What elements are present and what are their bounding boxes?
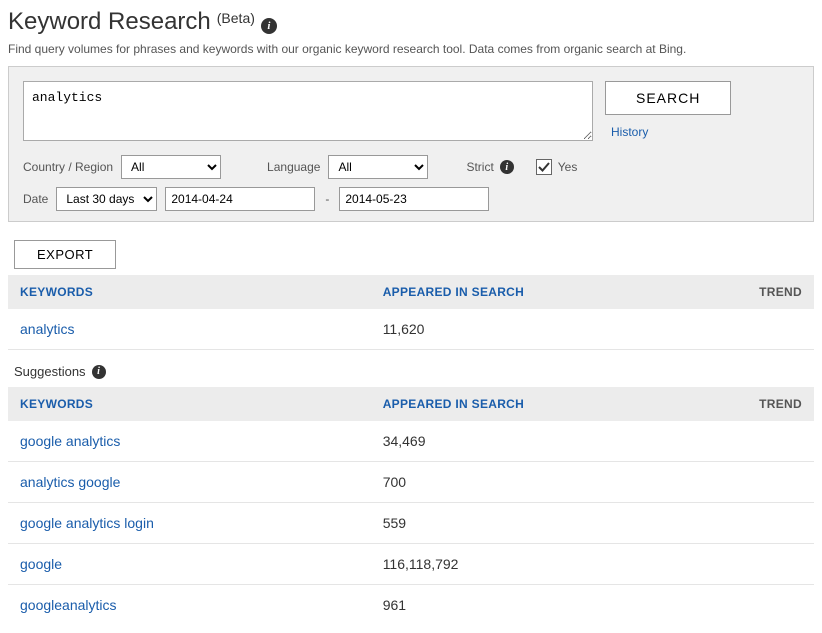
date-from-input[interactable] (165, 187, 315, 211)
language-label: Language (267, 160, 320, 174)
col-appeared[interactable]: APPEARED IN SEARCH (371, 387, 734, 421)
appeared-value: 700 (371, 462, 734, 503)
table-row: analytics 11,620 (8, 309, 814, 350)
table-row: analytics google 700 (8, 462, 814, 503)
search-input[interactable] (23, 81, 593, 141)
search-panel: SEARCH History Country / Region All Lang… (8, 66, 814, 222)
page-description: Find query volumes for phrases and keywo… (8, 42, 814, 56)
country-select[interactable]: All (121, 155, 221, 179)
export-button[interactable]: EXPORT (14, 240, 116, 269)
title-text: Keyword Research (8, 8, 211, 36)
table-row: google 116,118,792 (8, 544, 814, 585)
keyword-link[interactable]: google analytics login (20, 515, 154, 531)
table-row: google analytics 34,469 (8, 421, 814, 462)
col-trend[interactable]: TREND (733, 275, 814, 309)
info-icon[interactable]: i (92, 365, 106, 379)
keyword-link[interactable]: google analytics (20, 433, 120, 449)
keyword-link[interactable]: analytics google (20, 474, 120, 490)
col-appeared[interactable]: APPEARED IN SEARCH (371, 275, 734, 309)
appeared-value: 116,118,792 (371, 544, 734, 585)
language-select[interactable]: All (328, 155, 428, 179)
date-to-input[interactable] (339, 187, 489, 211)
table-row: google analytics login 559 (8, 503, 814, 544)
col-keywords[interactable]: KEYWORDS (8, 275, 371, 309)
date-label: Date (23, 192, 48, 206)
suggestions-heading: Suggestions i (8, 350, 814, 387)
strict-yes-label: Yes (558, 160, 578, 174)
beta-badge: (Beta) (217, 10, 255, 26)
date-dash: - (325, 192, 329, 206)
strict-label: Strict (466, 160, 493, 174)
strict-checkbox[interactable] (536, 159, 552, 175)
appeared-value: 559 (371, 503, 734, 544)
history-link[interactable]: History (611, 125, 731, 139)
info-icon[interactable]: i (261, 18, 277, 34)
country-label: Country / Region (23, 160, 113, 174)
appeared-value: 11,620 (371, 309, 734, 350)
col-trend[interactable]: TREND (733, 387, 814, 421)
suggestions-table: KEYWORDS APPEARED IN SEARCH TREND google… (8, 387, 814, 625)
page-title: Keyword Research (Beta) i (8, 8, 814, 36)
keyword-link[interactable]: analytics (20, 321, 74, 337)
keyword-link[interactable]: googleanalytics (20, 597, 117, 613)
info-icon[interactable]: i (500, 160, 514, 174)
col-keywords[interactable]: KEYWORDS (8, 387, 371, 421)
keyword-link[interactable]: google (20, 556, 62, 572)
search-button[interactable]: SEARCH (605, 81, 731, 115)
appeared-value: 34,469 (371, 421, 734, 462)
date-range-select[interactable]: Last 30 days (56, 187, 157, 211)
results-table: KEYWORDS APPEARED IN SEARCH TREND analyt… (8, 275, 814, 350)
